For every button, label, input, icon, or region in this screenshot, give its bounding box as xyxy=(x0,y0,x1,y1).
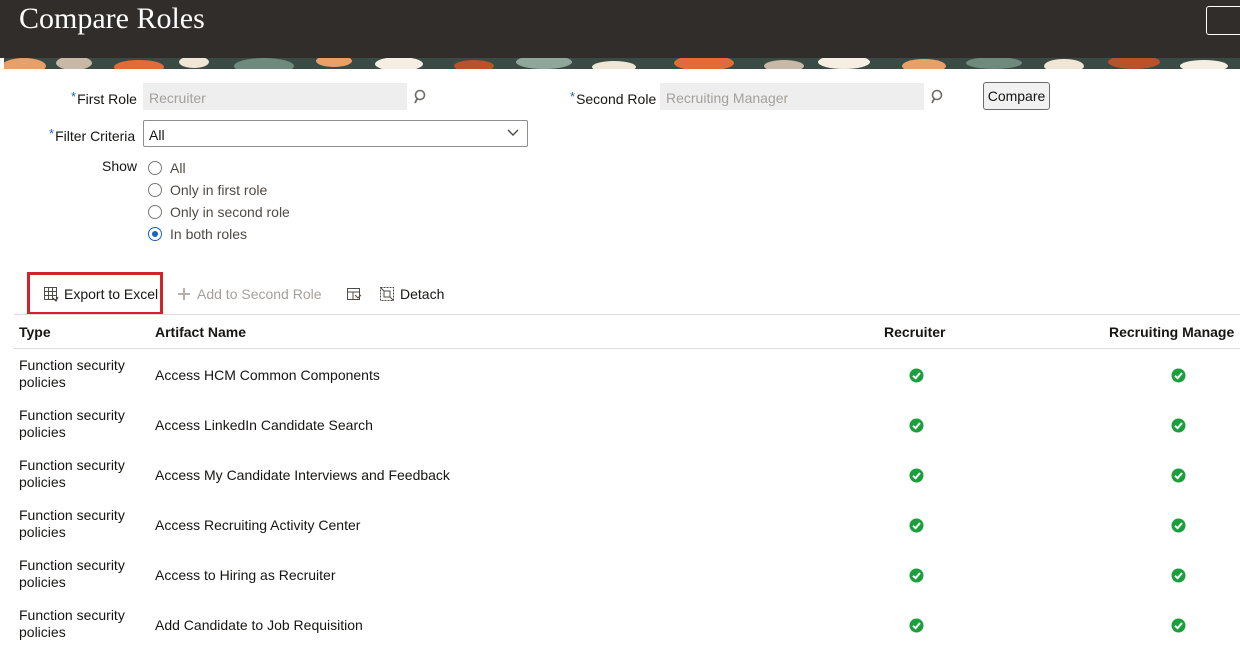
check-circle-icon xyxy=(1171,518,1186,533)
freeze-column-button[interactable] xyxy=(346,285,367,303)
cell-artifact-name: Add Candidate to Job Requisition xyxy=(155,617,363,633)
check-circle-icon xyxy=(909,518,924,533)
radio-label: Only in second role xyxy=(170,204,290,220)
show-label: Show xyxy=(102,158,138,174)
check-circle-icon xyxy=(909,468,924,483)
table-row[interactable]: Function security policies Access HCM Com… xyxy=(0,349,1240,399)
radio-option-both[interactable]: In both roles xyxy=(148,225,247,243)
compare-button[interactable]: Compare xyxy=(983,82,1050,110)
second-role-label: *Second Role xyxy=(570,89,657,107)
export-to-excel-button[interactable]: Export to Excel xyxy=(43,285,158,303)
detach-label: Detach xyxy=(400,286,445,302)
page-title: Compare Roles xyxy=(19,2,205,35)
radio-label: In both roles xyxy=(170,226,248,242)
cell-type: Function security policies xyxy=(19,457,125,490)
check-circle-icon xyxy=(1171,418,1186,433)
app-header: Compare Roles xyxy=(0,0,1240,58)
cell-artifact-name: Access to Hiring as Recruiter xyxy=(155,567,336,583)
column-header-artifact-name[interactable]: Artifact Name xyxy=(155,324,246,340)
radio-option-only-first[interactable]: Only in first role xyxy=(148,181,267,199)
check-circle-icon xyxy=(1171,468,1186,483)
cell-type: Function security policies xyxy=(19,407,125,440)
radio-option-all[interactable]: All xyxy=(148,159,186,177)
table-row[interactable]: Function security policies Access Recruit… xyxy=(0,499,1240,549)
search-icon[interactable] xyxy=(931,89,945,105)
cell-artifact-name: Access My Candidate Interviews and Feedb… xyxy=(155,467,450,483)
filter-criteria-value: All xyxy=(149,127,165,143)
decorative-banner xyxy=(4,58,1240,69)
first-role-field[interactable]: Recruiter xyxy=(143,83,407,110)
add-to-second-role-label: Add to Second Role xyxy=(197,286,322,302)
check-circle-icon xyxy=(909,418,924,433)
check-circle-icon xyxy=(1171,568,1186,583)
header-action-button[interactable] xyxy=(1206,6,1240,35)
check-circle-icon xyxy=(1171,368,1186,383)
search-icon[interactable] xyxy=(414,89,428,105)
table-row[interactable]: Function security policies Access to Hiri… xyxy=(0,549,1240,599)
radio-label: All xyxy=(170,160,186,176)
column-header-type[interactable]: Type xyxy=(19,324,51,340)
radio-button-selected[interactable] xyxy=(148,227,162,241)
cell-type: Function security policies xyxy=(19,357,125,390)
table-row[interactable]: Function security policies Access My Cand… xyxy=(0,449,1240,499)
chevron-down-icon xyxy=(507,129,519,136)
cell-type: Function security policies xyxy=(19,607,125,640)
radio-label: Only in first role xyxy=(170,182,268,198)
radio-button[interactable] xyxy=(148,161,162,175)
add-icon xyxy=(178,288,190,300)
detach-button[interactable]: Detach xyxy=(379,285,444,303)
detach-icon xyxy=(380,287,394,301)
check-circle-icon xyxy=(909,618,924,633)
check-circle-icon xyxy=(909,368,924,383)
radio-option-only-second[interactable]: Only in second role xyxy=(148,203,290,221)
filter-criteria-select[interactable]: All xyxy=(143,120,528,147)
check-circle-icon xyxy=(1171,618,1186,633)
filter-criteria-label: *Filter Criteria xyxy=(49,126,136,144)
export-to-excel-label: Export to Excel xyxy=(64,286,159,302)
add-to-second-role-button[interactable]: Add to Second Role xyxy=(176,285,322,303)
cell-type: Function security policies xyxy=(19,557,125,590)
check-circle-icon xyxy=(909,568,924,583)
radio-button[interactable] xyxy=(148,183,162,197)
radio-button[interactable] xyxy=(148,205,162,219)
second-role-field[interactable]: Recruiting Manager xyxy=(660,83,924,110)
table-row[interactable]: Function security policies Access LinkedI… xyxy=(0,399,1240,449)
toolbar-divider xyxy=(14,314,1240,315)
cell-artifact-name: Access LinkedIn Candidate Search xyxy=(155,417,373,433)
freeze-column-icon xyxy=(347,288,362,300)
cell-artifact-name: Access Recruiting Activity Center xyxy=(155,517,361,533)
column-header-first-role[interactable]: Recruiter xyxy=(884,324,945,340)
first-role-label: *First Role xyxy=(71,89,137,107)
column-header-second-role[interactable]: Recruiting Manage xyxy=(1109,324,1234,340)
export-excel-icon xyxy=(44,287,59,302)
cell-type: Function security policies xyxy=(19,507,125,540)
cell-artifact-name: Access HCM Common Components xyxy=(155,367,380,383)
